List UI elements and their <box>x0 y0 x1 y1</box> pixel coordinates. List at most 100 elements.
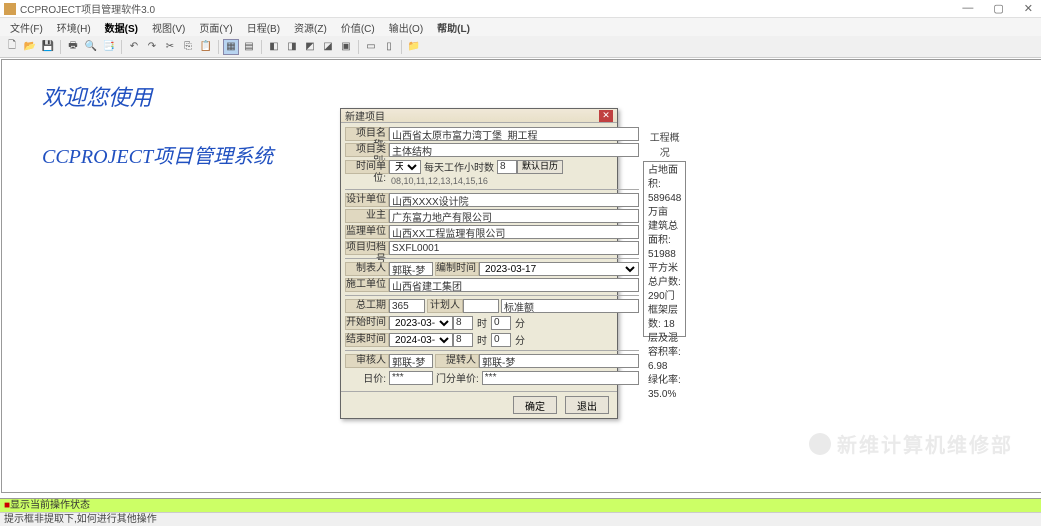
label-unitprice: 日价: <box>345 370 389 385</box>
label-design: 设计单位 <box>345 193 389 207</box>
app-icon <box>4 3 16 15</box>
approver-input[interactable] <box>479 354 639 368</box>
summary-line: 总户数: 290门 <box>648 276 681 304</box>
hours-input[interactable] <box>497 160 517 174</box>
menu-value[interactable]: 价值(C) <box>335 19 381 36</box>
workamt-input[interactable] <box>501 299 639 313</box>
menu-output[interactable]: 输出(O) <box>383 19 429 36</box>
label-planner: 计划人 <box>427 299 463 313</box>
summary-line: 绿化率: 35.0% <box>648 374 681 402</box>
label-constructor: 施工单位 <box>345 278 389 292</box>
archive-input[interactable] <box>389 241 639 255</box>
tool-h-icon[interactable]: ▭ <box>363 39 379 55</box>
end-hour[interactable] <box>453 333 473 347</box>
end-min[interactable] <box>491 333 511 347</box>
label-owner: 业主 <box>345 209 389 223</box>
tool-e-icon[interactable]: ◩ <box>302 39 318 55</box>
auditor-input[interactable] <box>389 354 433 368</box>
summary-line: 占地面积: 589648万亩 <box>648 164 681 220</box>
owner-input[interactable] <box>389 209 639 223</box>
label-approver: 提转人 <box>435 354 479 368</box>
tool-i-icon[interactable]: ▯ <box>381 39 397 55</box>
label-hours: 每天工作小时数 <box>421 159 497 174</box>
tool-b-icon[interactable]: ▤ <box>241 39 257 55</box>
mhprice-input[interactable] <box>482 371 639 385</box>
tool-g-icon[interactable]: ▣ <box>338 39 354 55</box>
proj-name-input[interactable] <box>389 127 639 141</box>
summary-line: 建筑总面积: 51988平方米 <box>648 220 681 276</box>
label-supervise: 监理单位 <box>345 225 389 239</box>
tool-f-icon[interactable]: ◪ <box>320 39 336 55</box>
paste-icon[interactable]: 📋 <box>198 39 214 55</box>
window-titlebar: CCPROJECT项目管理软件3.0 — ▢ ✕ <box>0 0 1041 18</box>
label-time-unit: 时间单位: <box>345 160 389 174</box>
default-cal-button[interactable]: 默认日历 <box>517 160 563 174</box>
welcome-line2: CCPROJECT项目管理系统 <box>42 140 273 169</box>
label-duration: 总工期 <box>345 299 389 313</box>
tool-a-icon[interactable]: ▦ <box>223 39 239 55</box>
note-days: 08,10,11,12,13,14,15,16 <box>345 176 639 186</box>
start-hour[interactable] <box>453 316 473 330</box>
create-date-select[interactable]: 2023-03-17 <box>479 262 639 276</box>
label-create-date: 编制时间 <box>435 262 479 276</box>
label-auditor: 审核人 <box>345 354 389 368</box>
menu-schedule[interactable]: 日程(B) <box>241 19 286 36</box>
planner-input[interactable] <box>463 299 499 313</box>
toolbar: 🗋 📂 💾 🖶 🔍 📑 ↶ ↷ ✂ ⎘ 📋 ▦ ▤ ◧ ◨ ◩ ◪ ▣ ▭ ▯ … <box>0 36 1041 58</box>
tool-c-icon[interactable]: ◧ <box>266 39 282 55</box>
ok-button[interactable]: 确定 <box>513 396 557 414</box>
save-icon[interactable]: 💾 <box>40 39 56 55</box>
export-icon[interactable]: 📑 <box>101 39 117 55</box>
undo-icon[interactable]: ↶ <box>126 39 142 55</box>
welcome-line1: 欢迎您使用 <box>42 80 273 112</box>
start-min[interactable] <box>491 316 511 330</box>
label-mhprice: 门分单价: <box>433 370 482 385</box>
cancel-button[interactable]: 退出 <box>565 396 609 414</box>
label-proj-category: 项目类别: <box>345 143 389 157</box>
preview-icon[interactable]: 🔍 <box>83 39 99 55</box>
end-date-select[interactable]: 2024-03-17 <box>389 333 453 347</box>
menu-resource[interactable]: 资源(Z) <box>288 19 333 36</box>
supervise-input[interactable] <box>389 225 639 239</box>
menu-env[interactable]: 环境(H) <box>51 19 97 36</box>
cut-icon[interactable]: ✂ <box>162 39 178 55</box>
design-unit-input[interactable] <box>389 193 639 207</box>
menu-page[interactable]: 页面(Y) <box>193 19 238 36</box>
workspace: 欢迎您使用 CCPROJECT项目管理系统 新建项目 ✕ 项目名称: 项目类别: <box>1 59 1041 493</box>
time-unit-select[interactable]: 天 <box>389 160 421 174</box>
menu-data[interactable]: 数据(S) <box>99 19 144 36</box>
label-end: 结束时间 <box>345 333 389 347</box>
duration-input[interactable] <box>389 299 425 313</box>
label-proj-name: 项目名称: <box>345 127 389 141</box>
new-project-dialog: 新建项目 ✕ 项目名称: 项目类别: 时间单位: 天 <box>340 108 618 419</box>
summary-line: 容积率: 6.98 <box>648 346 681 374</box>
open-icon[interactable]: 📂 <box>22 39 38 55</box>
menu-file[interactable]: 文件(F) <box>4 19 49 36</box>
menu-help[interactable]: 帮助(L) <box>431 19 476 36</box>
dialog-close-icon[interactable]: ✕ <box>599 110 613 122</box>
constructor-input[interactable] <box>389 278 639 292</box>
minimize-button[interactable]: — <box>958 2 977 15</box>
copy-icon[interactable]: ⎘ <box>180 39 196 55</box>
proj-category-input[interactable] <box>389 143 639 157</box>
status-row1: ■显示当前操作状态 <box>0 498 1041 512</box>
tool-d-icon[interactable]: ◨ <box>284 39 300 55</box>
statusbar: ■显示当前操作状态 提示框非提取下,如何进行其他操作 <box>0 498 1041 526</box>
dialog-titlebar[interactable]: 新建项目 ✕ <box>341 109 617 123</box>
start-date-select[interactable]: 2023-03-17 <box>389 316 453 330</box>
new-icon[interactable]: 🗋 <box>4 39 20 55</box>
folder-icon[interactable]: 📁 <box>406 39 422 55</box>
summary-title: 工程概况 <box>643 127 686 161</box>
welcome-text: 欢迎您使用 CCPROJECT项目管理系统 <box>42 80 273 169</box>
maximize-button[interactable]: ▢ <box>989 2 1007 15</box>
summary-box[interactable]: 占地面积: 589648万亩 建筑总面积: 51988平方米 总户数: 290门… <box>643 161 686 337</box>
close-button[interactable]: ✕ <box>1020 2 1037 15</box>
summary-line: 框架层数: 18层及混 <box>648 304 681 346</box>
redo-icon[interactable]: ↷ <box>144 39 160 55</box>
creator-input[interactable] <box>389 262 433 276</box>
unitprice-input[interactable] <box>389 371 433 385</box>
label-start: 开始时间 <box>345 316 389 330</box>
menu-view[interactable]: 视图(V) <box>146 19 191 36</box>
print-icon[interactable]: 🖶 <box>65 39 81 55</box>
dialog-title: 新建项目 <box>345 108 599 123</box>
